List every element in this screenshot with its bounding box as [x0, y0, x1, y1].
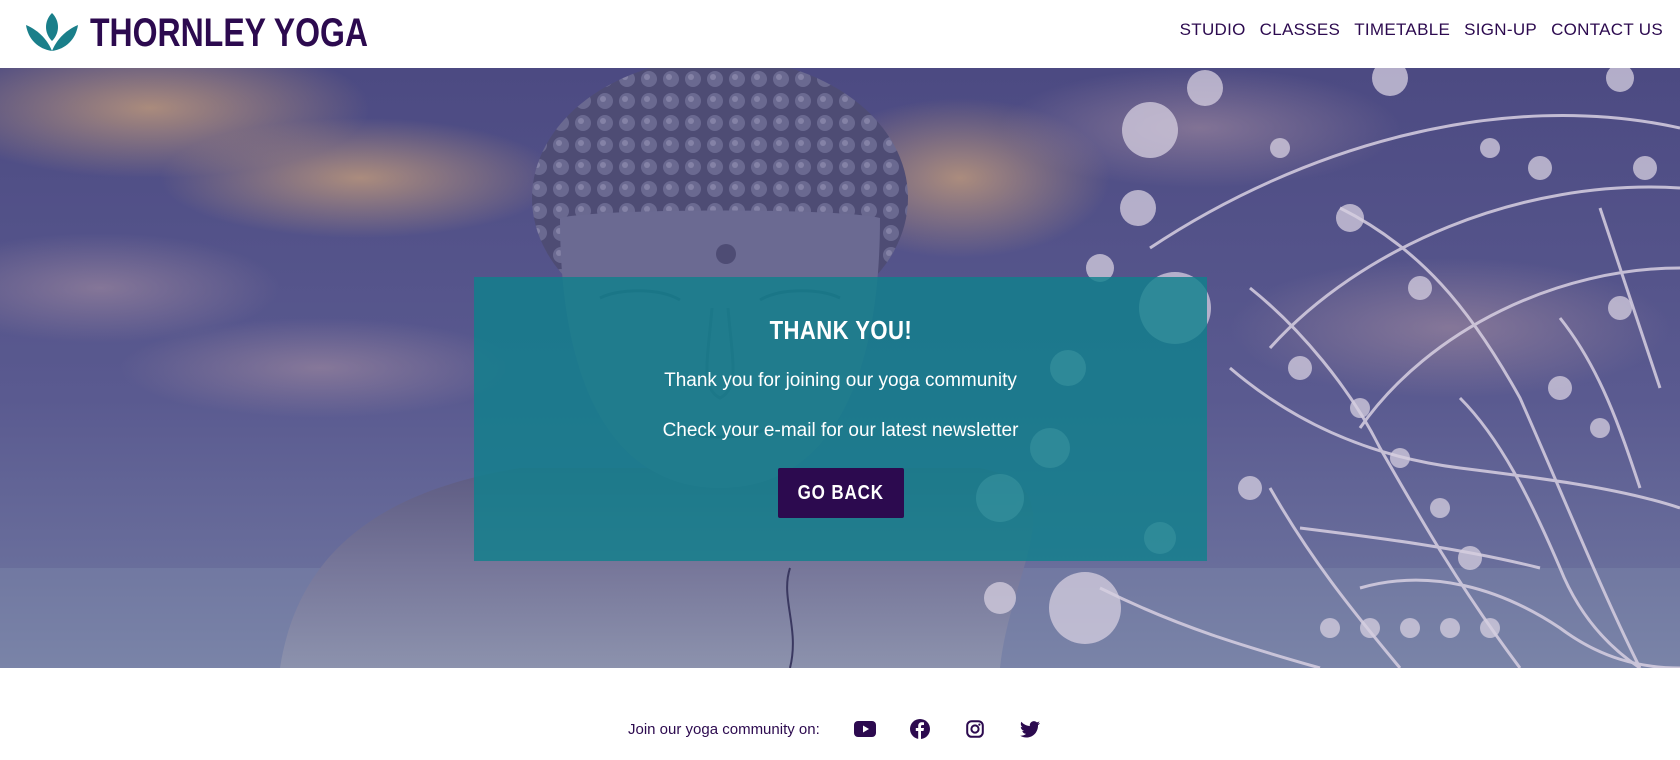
twitter-link[interactable] — [1003, 717, 1058, 741]
go-back-button[interactable]: GO BACK — [777, 468, 904, 518]
thank-you-message: Thank you for joining our yoga community — [664, 370, 1017, 391]
thank-you-card: THANK YOU! Thank you for joining our yog… — [474, 277, 1207, 561]
nav-item-contact-us[interactable]: CONTACT US — [1544, 20, 1670, 40]
hero-section: THANK YOU! Thank you for joining our yog… — [0, 68, 1680, 668]
twitter-icon — [1020, 720, 1041, 737]
brand-logo-link[interactable]: THORNLEY YOGA — [24, 8, 437, 58]
brand-name: THORNLEY YOGA — [90, 10, 368, 55]
nav-item-studio[interactable]: STUDIO — [1173, 20, 1253, 40]
youtube-icon — [854, 721, 877, 737]
site-footer: Join our yoga community on: — [0, 668, 1680, 760]
footer-join-text: Join our yoga community on: — [628, 720, 820, 738]
nav-item-classes[interactable]: CLASSES — [1253, 20, 1348, 40]
go-back-label: GO BACK — [797, 481, 884, 504]
nav-item-sign-up[interactable]: SIGN-UP — [1457, 20, 1544, 40]
social-links: Join our yoga community on: — [628, 717, 1058, 741]
facebook-icon — [910, 719, 931, 739]
lotus-icon — [26, 13, 78, 51]
main-nav: STUDIO CLASSES TIMETABLE SIGN-UP CONTACT… — [1173, 20, 1670, 40]
thank-you-title: THANK YOU! — [769, 315, 912, 345]
nav-item-timetable[interactable]: TIMETABLE — [1347, 20, 1457, 40]
facebook-link[interactable] — [893, 717, 948, 741]
instagram-icon — [966, 720, 985, 738]
instagram-link[interactable] — [948, 717, 1003, 741]
site-header: THORNLEY YOGA STUDIO CLASSES TIMETABLE S… — [0, 0, 1680, 68]
youtube-link[interactable] — [838, 717, 893, 741]
newsletter-message: Check your e-mail for our latest newslet… — [662, 420, 1019, 441]
